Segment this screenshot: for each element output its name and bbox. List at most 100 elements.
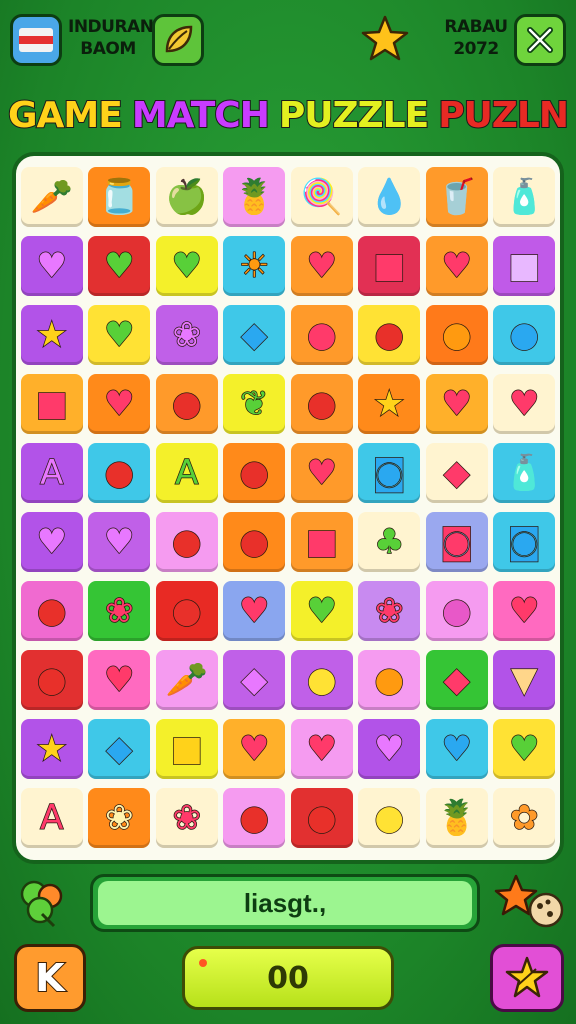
tile-fish[interactable]: ◆ [223,649,286,710]
grapes-icon: ❀ [104,590,134,631]
tile-orange[interactable]: ● [425,304,488,365]
tile-grapes[interactable]: ❀ [155,304,218,365]
tile-apple[interactable]: ● [20,649,83,710]
tile-jar[interactable]: ◙ [493,511,556,572]
tile-apple[interactable]: ● [358,304,421,365]
leaf-button[interactable] [152,14,204,66]
tile-heart[interactable]: ♥ [20,511,83,572]
tile-star[interactable]: ★ [358,373,421,434]
k-button[interactable]: K [14,944,86,1012]
tile-apple[interactable]: ● [88,442,151,503]
tile-fish[interactable]: ◆ [425,442,488,503]
tile-apple[interactable]: ● [155,511,218,572]
tile-heart[interactable]: ♥ [290,235,353,296]
heart-icon: ♥ [508,383,540,424]
tile-fish[interactable]: ◆ [88,718,151,779]
tile-cheese[interactable]: ■ [155,718,218,779]
tile-carrot[interactable]: 🥕 [20,166,83,227]
heart-icon: ♥ [306,245,338,286]
tile-heart[interactable]: ♥ [493,718,556,779]
tile-heart[interactable]: ♥ [88,304,151,365]
star-button[interactable] [490,944,564,1012]
player-name-line2: BAOM [80,39,136,59]
square-gem-icon: ■ [372,245,406,286]
tile-cookie[interactable]: ✿ [493,787,556,848]
tile-bottle[interactable]: 🧴 [493,442,556,503]
tile-orange[interactable]: ● [358,649,421,710]
tile-heart[interactable]: ♥ [425,373,488,434]
tile-heart[interactable]: ♥ [493,373,556,434]
candy-icon: ■ [507,245,541,286]
tile-fish[interactable]: ◆ [425,649,488,710]
tile-heart[interactable]: ♥ [88,511,151,572]
tile-popcorn[interactable]: ❀ [88,787,151,848]
flag-button[interactable] [10,14,62,66]
tile-carrot[interactable]: 🥕 [155,649,218,710]
tile-letter[interactable]: A [20,787,83,848]
tile-star[interactable]: ★ [20,718,83,779]
tile-heart[interactable]: ♥ [88,649,151,710]
heart-icon: ♥ [441,383,473,424]
tile-heart[interactable]: ♥ [223,718,286,779]
tile-heart[interactable]: ♥ [290,442,353,503]
tile-letter[interactable]: A [155,442,218,503]
tile-sun[interactable]: ☀ [223,235,286,296]
tile-heart[interactable]: ♥ [20,235,83,296]
tile-heart[interactable]: ♥ [493,580,556,641]
title-word-game: GAME [7,95,124,136]
tile-heart[interactable]: ♥ [425,235,488,296]
tile-ice-cube[interactable]: ◆ [223,304,286,365]
fish-icon: ◆ [443,452,471,493]
tile-pineapple[interactable]: 🍍 [223,166,286,227]
tile-grapes[interactable]: ❀ [88,580,151,641]
tile-apple[interactable]: ● [290,787,353,848]
tile-heart[interactable]: ♥ [290,580,353,641]
tile-jar[interactable]: ◙ [425,511,488,572]
tile-heart[interactable]: ♥ [358,718,421,779]
tile-green-apple[interactable]: 🍏 [155,166,218,227]
tile-strawberry[interactable]: ● [20,580,83,641]
tile-plum[interactable]: ● [425,580,488,641]
tile-lollipop[interactable]: 🍭 [290,166,353,227]
tile-ice-cream[interactable]: ▼ [493,649,556,710]
tile-apple[interactable]: ● [155,373,218,434]
tile-heart[interactable]: ♥ [88,235,151,296]
tile-strawberry[interactable]: ● [223,787,286,848]
tile-pear[interactable]: ● [358,787,421,848]
tile-square-gem[interactable]: ■ [290,511,353,572]
heart-icon: ♥ [441,728,473,769]
tile-grapes[interactable]: ❀ [155,787,218,848]
tile-heart[interactable]: ♥ [155,235,218,296]
tile-corn[interactable]: ● [290,649,353,710]
tile-drink-cup[interactable]: 🥤 [425,166,488,227]
tile-heart[interactable]: ♥ [290,718,353,779]
tile-square-gem[interactable]: ■ [20,373,83,434]
tile-apple[interactable]: ● [290,373,353,434]
tile-blue-gem[interactable]: 💧 [358,166,421,227]
tile-apple[interactable]: ● [223,511,286,572]
tile-star[interactable]: ★ [20,304,83,365]
tile-grapes[interactable]: ❀ [358,580,421,641]
tile-heart[interactable]: ♥ [88,373,151,434]
tile-broccoli[interactable]: ♣ [358,511,421,572]
tile-tomato-jar[interactable]: 🫙 [88,166,151,227]
player-name-line1: INDURAN [68,17,154,37]
close-button[interactable] [514,14,566,66]
tile-letter[interactable]: A [20,442,83,503]
tile-drop[interactable]: ● [493,304,556,365]
pineapple-icon: 🍍 [232,176,276,217]
tile-heart[interactable]: ♥ [425,718,488,779]
tile-heart[interactable]: ♥ [223,580,286,641]
tile-jar[interactable]: ◙ [358,442,421,503]
heart-icon: ♥ [36,245,68,286]
tile-pineapple[interactable]: 🍍 [425,787,488,848]
tile-square-gem[interactable]: ■ [358,235,421,296]
tile-bottle[interactable]: 🧴 [493,166,556,227]
heart-icon: ♥ [306,590,338,631]
tile-apple[interactable]: ● [155,580,218,641]
tile-leaf[interactable]: ❦ [223,373,286,434]
tile-drop[interactable]: ● [290,304,353,365]
tile-apple[interactable]: ● [223,442,286,503]
apple-icon: ● [36,659,67,700]
tile-candy[interactable]: ■ [493,235,556,296]
